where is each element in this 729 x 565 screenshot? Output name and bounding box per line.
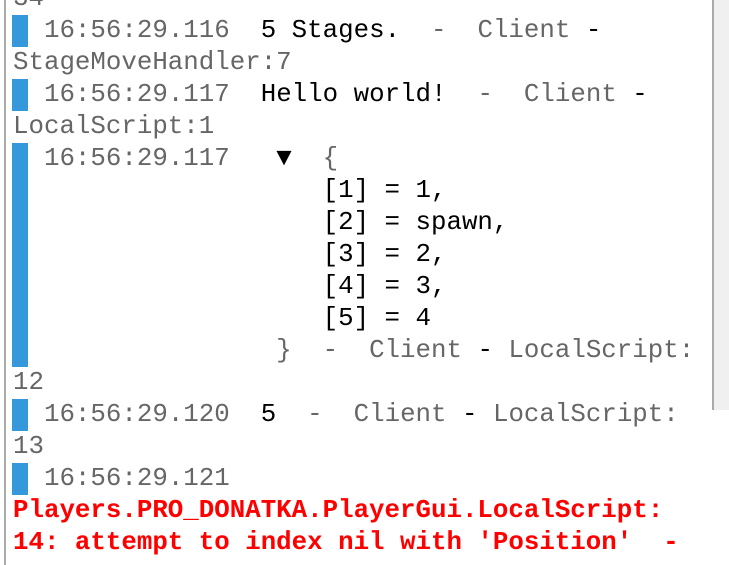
error-message[interactable]: Players.PRO_DONATKA.PlayerGui.LocalScrip… xyxy=(13,495,663,527)
separator: - xyxy=(431,16,447,45)
panel-left-border xyxy=(4,0,6,565)
separator: - xyxy=(462,400,478,429)
log-entry[interactable]: 16:56:29.120 5 - Client - LocalScript: xyxy=(13,399,679,431)
wrapped-line: 34 xyxy=(13,0,44,15)
separator: - xyxy=(632,80,648,109)
separator: - xyxy=(477,336,493,365)
table-item: [2] = spawn, xyxy=(322,208,509,237)
log-source[interactable]: LocalScript: xyxy=(493,400,679,429)
timestamp: 16:56:29.121 xyxy=(43,464,230,493)
separator: - xyxy=(585,16,602,45)
log-source[interactable]: LocalScript: xyxy=(508,336,694,365)
log-source[interactable]: StageMoveHandler:7 xyxy=(13,47,292,79)
timestamp: 16:56:29.116 xyxy=(43,16,230,45)
log-entry[interactable]: 16:56:29.116 5 Stages. - Client - xyxy=(13,15,601,47)
timestamp: 16:56:29.120 xyxy=(43,400,230,429)
separator: - xyxy=(307,400,323,429)
log-message: 5 xyxy=(260,400,277,429)
table-item: [3] = 2, xyxy=(322,240,447,269)
log-entry[interactable]: 16:56:29.117 ▼ { xyxy=(13,143,338,175)
log-message: 5 Stages. xyxy=(260,16,401,45)
table-item: [5] = 4 xyxy=(322,304,431,333)
separator: - xyxy=(322,336,339,365)
log-message: Hello world! xyxy=(260,80,447,109)
log-source[interactable]: LocalScript:1 xyxy=(13,111,214,143)
table-item: [1] = 1, xyxy=(322,176,447,205)
log-context: Client xyxy=(477,16,571,45)
expand-triangle-icon[interactable]: ▼ xyxy=(276,144,291,173)
scrollbar-track[interactable] xyxy=(714,0,729,410)
table-item: [4] = 3, xyxy=(322,272,447,301)
log-context: Client xyxy=(369,336,462,365)
log-source-line[interactable]: 13 xyxy=(13,431,44,463)
log-context: Client xyxy=(523,80,617,109)
table-open-brace: { xyxy=(322,144,339,173)
timestamp: 16:56:29.117 xyxy=(43,144,230,173)
log-source-line[interactable]: 12 xyxy=(13,367,44,399)
table-close: } - Client - LocalScript: xyxy=(13,335,694,367)
log-entry[interactable]: 16:56:29.121 xyxy=(13,463,230,495)
table-close-brace: } xyxy=(276,336,292,365)
separator: - xyxy=(477,80,493,109)
error-message[interactable]: 14: attempt to index nil with 'Position'… xyxy=(13,527,679,559)
log-entry[interactable]: 16:56:29.117 Hello world! - Client - xyxy=(13,79,648,111)
timestamp: 16:56:29.117 xyxy=(43,80,230,109)
log-context: Client xyxy=(353,400,447,429)
